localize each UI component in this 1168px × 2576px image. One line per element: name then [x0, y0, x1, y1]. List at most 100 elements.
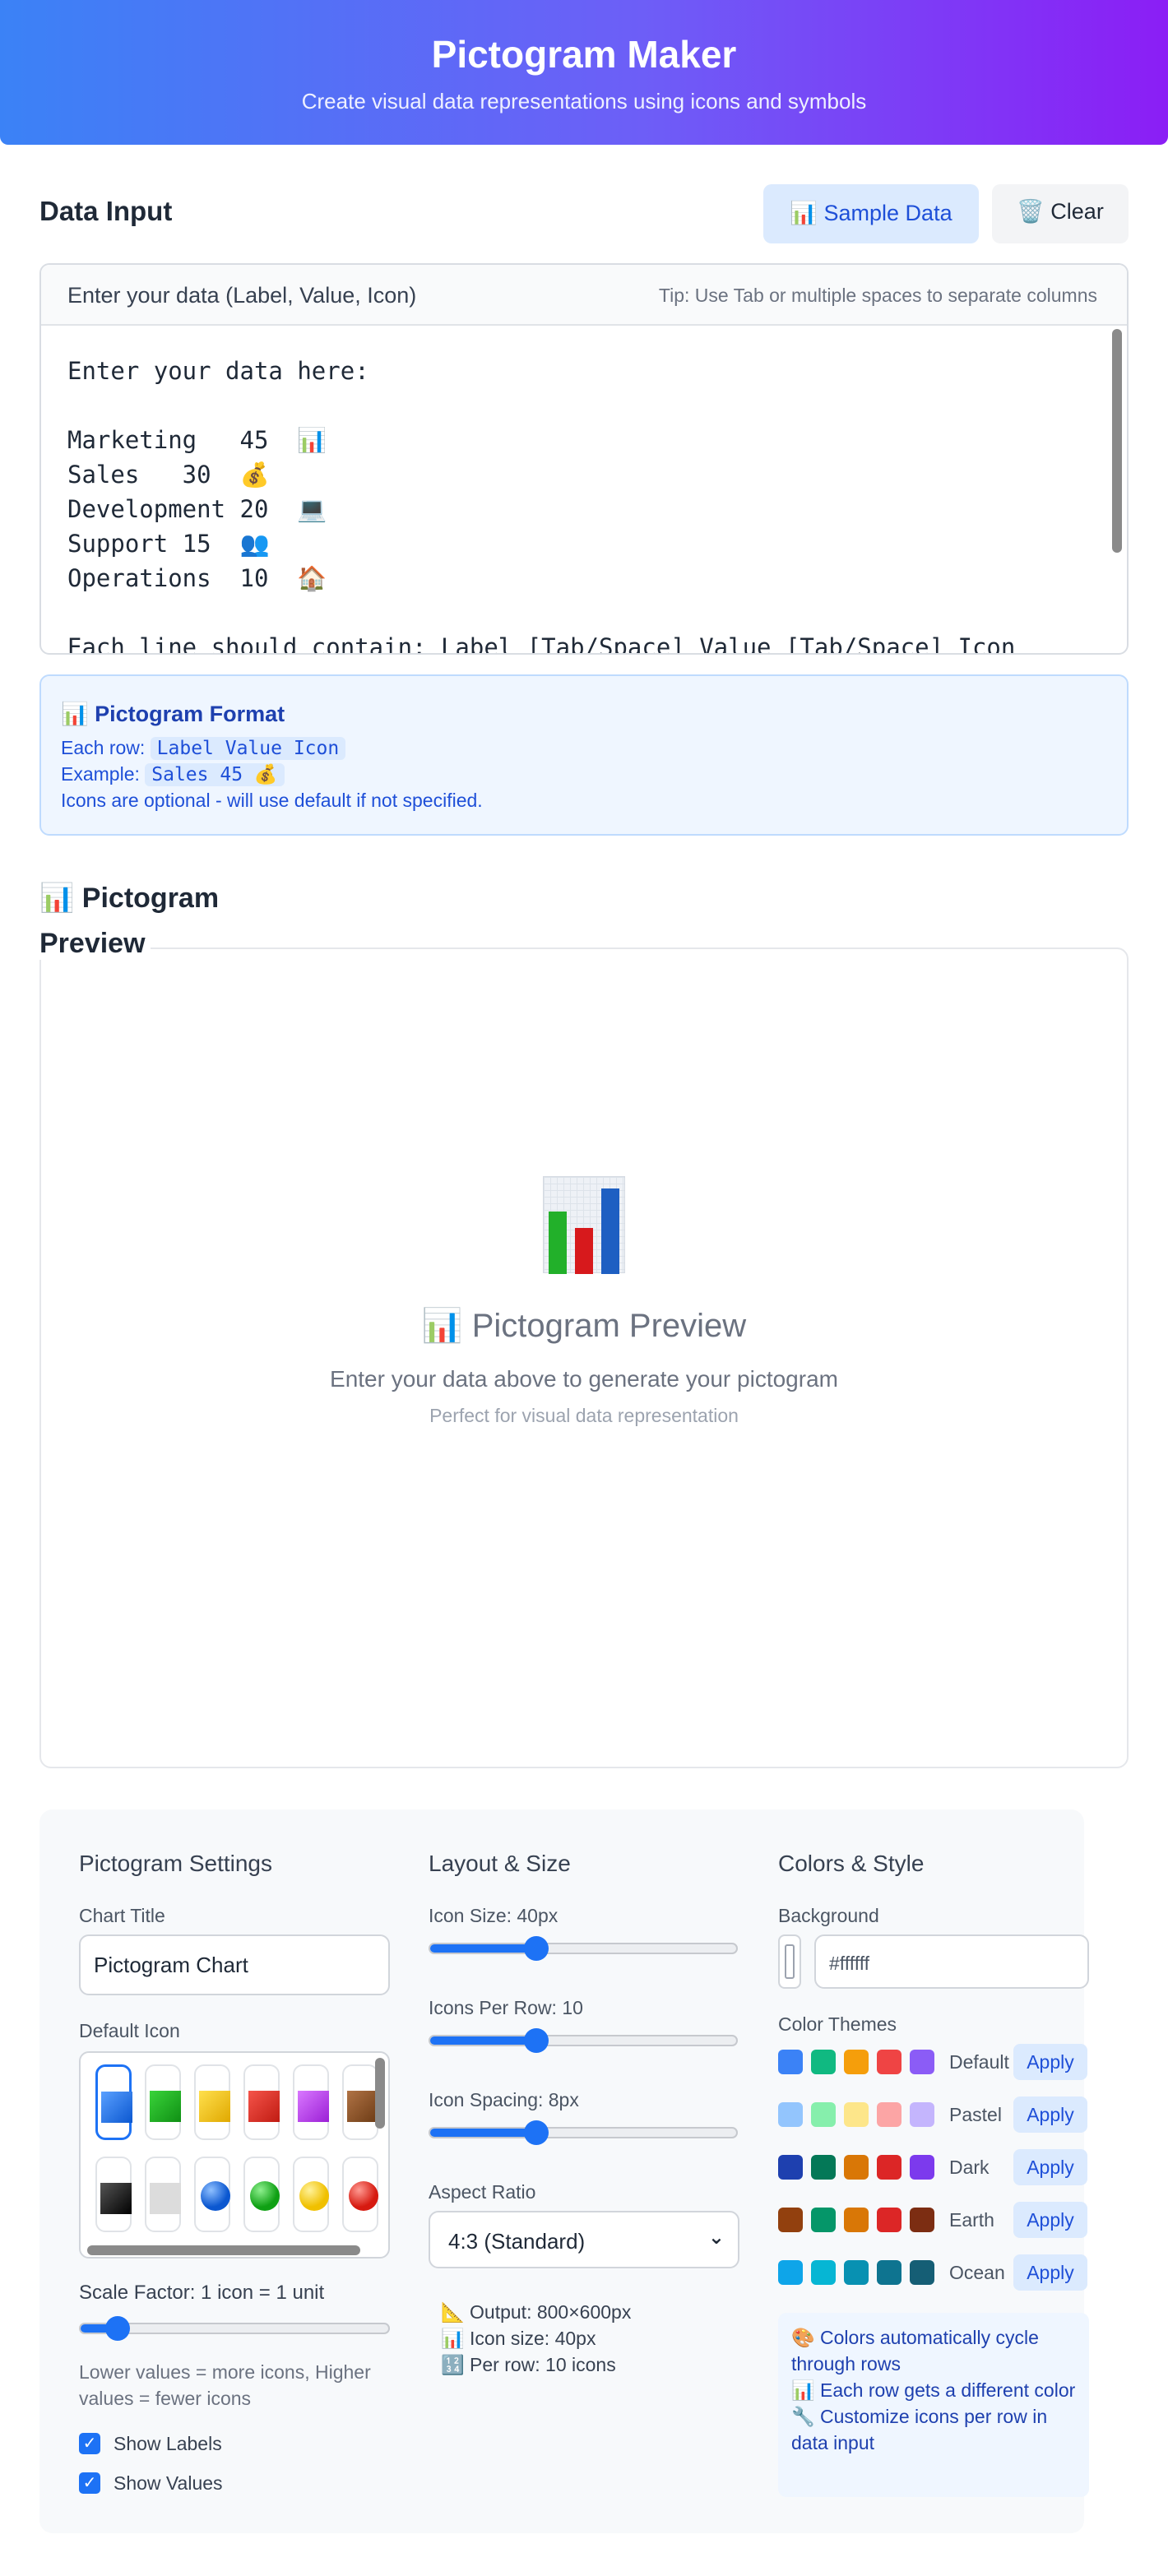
scale-hint: Lower values = more icons, Higher values… — [79, 2361, 371, 2409]
theme-color-swatch — [877, 2050, 901, 2074]
blue-square-icon[interactable] — [95, 2064, 132, 2140]
clear-button[interactable]: 🗑️ Clear — [992, 184, 1129, 243]
format-help-title: 📊 Pictogram Format — [61, 702, 285, 726]
red-circle-icon[interactable] — [342, 2157, 378, 2232]
theme-color-swatch — [910, 2260, 934, 2285]
tip-cycle: 🎨 Colors automatically cycle through row… — [791, 2327, 1039, 2374]
theme-apply-button[interactable]: Apply — [1013, 2096, 1087, 2133]
theme-name: Pastel — [949, 2104, 1002, 2125]
theme-name: Dark — [949, 2157, 990, 2178]
icon-spacing-slider[interactable] — [429, 2120, 738, 2145]
theme-apply-button[interactable]: Apply — [1013, 2044, 1087, 2080]
scale-factor-slider[interactable] — [79, 2316, 390, 2341]
preview-placeholder-title: 📊 Pictogram Preview — [421, 1308, 747, 1344]
green-square-icon[interactable] — [145, 2064, 181, 2140]
icons-per-row-knob[interactable] — [524, 2028, 549, 2053]
white-square-icon[interactable] — [145, 2157, 181, 2232]
background-color-value: #ffffff — [829, 1953, 870, 1974]
theme-color-swatch — [844, 2208, 869, 2232]
format-row-prefix: Each row: — [61, 737, 146, 758]
theme-name: Earth — [949, 2209, 994, 2231]
icon-size-fill — [430, 1944, 537, 1953]
pictogram-settings-title: Pictogram Settings — [79, 1851, 272, 1876]
editor-scrollbar[interactable] — [1112, 329, 1122, 553]
brown-square-icon[interactable] — [342, 2064, 378, 2140]
scale-factor-label: Scale Factor: 1 icon = 1 unit — [79, 2282, 325, 2304]
bar-chart-icon-bar — [601, 1188, 619, 1274]
scale-factor-knob[interactable] — [105, 2316, 130, 2341]
icon-picker-h-scrollbar[interactable] — [87, 2245, 360, 2255]
icon-size-info: 📊 Icon size: 40px — [441, 2328, 596, 2349]
bar-chart-icon-bar — [575, 1228, 593, 1274]
background-color-input[interactable]: #ffffff — [814, 1934, 1089, 1989]
format-example-prefix: Example: — [61, 763, 140, 785]
theme-apply-button[interactable]: Apply — [1013, 2149, 1087, 2185]
icons-per-row-slider[interactable] — [429, 2028, 738, 2053]
show-labels-checkbox[interactable]: ✓ — [79, 2433, 100, 2454]
chart-title-label: Chart Title — [79, 1905, 165, 1926]
icon-spacing-fill — [430, 2129, 537, 2137]
icon-size-slider[interactable] — [429, 1936, 738, 1961]
format-note: Icons are optional - will use default if… — [61, 790, 483, 811]
format-example-code: Sales 45 💰 — [145, 763, 285, 786]
purple-square-icon[interactable] — [293, 2064, 329, 2140]
theme-color-swatch — [811, 2102, 836, 2127]
icon-size-knob[interactable] — [524, 1936, 549, 1961]
theme-color-swatch — [811, 2208, 836, 2232]
yellow-circle-icon[interactable] — [293, 2157, 329, 2232]
theme-color-swatch — [811, 2260, 836, 2285]
tip-customize: 🔧 Customize icons per row in data input — [791, 2406, 1048, 2453]
default-icon-label: Default Icon — [79, 2020, 180, 2041]
icon-picker-v-scrollbar[interactable] — [375, 2058, 385, 2129]
app-subtitle: Create visual data representations using… — [301, 89, 867, 114]
theme-color-swatch — [778, 2155, 803, 2180]
preview-placeholder-subtitle: Enter your data above to generate your p… — [330, 1366, 838, 1392]
color-themes-label: Color Themes — [778, 2013, 897, 2035]
preview-placeholder-note: Perfect for visual data representation — [429, 1405, 739, 1426]
colors-style-title: Colors & Style — [778, 1851, 925, 1876]
bar-chart-icon-bar — [549, 1212, 567, 1274]
preview-heading-line2: Preview — [39, 928, 151, 960]
red-square-icon[interactable] — [243, 2064, 280, 2140]
theme-apply-button[interactable]: Apply — [1013, 2202, 1087, 2238]
background-color-swatch[interactable] — [778, 1934, 801, 1989]
blue-circle-icon[interactable] — [194, 2157, 230, 2232]
preview-panel — [39, 947, 1129, 1768]
aspect-ratio-select[interactable]: 4:3 (Standard) ⌄ — [429, 2211, 739, 2268]
data-editor[interactable]: Enter your data (Label, Value, Icon) Tip… — [39, 263, 1129, 655]
theme-color-swatch — [844, 2050, 869, 2074]
editor-tip: Tip: Use Tab or multiple spaces to separ… — [658, 285, 1097, 306]
chart-title-input[interactable]: Pictogram Chart — [79, 1934, 390, 1995]
aspect-ratio-value: 4:3 (Standard) — [448, 2229, 586, 2254]
theme-color-swatch — [910, 2050, 934, 2074]
per-row-info: 🔢 Per row: 10 icons — [441, 2354, 616, 2375]
theme-color-swatch — [877, 2102, 901, 2127]
theme-color-swatch — [844, 2260, 869, 2285]
green-circle-icon[interactable] — [243, 2157, 280, 2232]
sample-data-button[interactable]: 📊 Sample Data — [763, 184, 979, 243]
color-tips-box: 🎨 Colors automatically cycle through row… — [778, 2313, 1089, 2497]
bar-chart-icon — [543, 1176, 625, 1274]
show-values-checkbox[interactable]: ✓ — [79, 2472, 100, 2494]
background-color-preview — [785, 1944, 795, 1979]
chart-title-value: Pictogram Chart — [94, 1953, 248, 1977]
output-info: 📐 Output: 800×600px — [441, 2301, 632, 2323]
theme-color-swatch — [778, 2260, 803, 2285]
icon-picker[interactable] — [79, 2051, 390, 2259]
theme-apply-button[interactable]: Apply — [1013, 2254, 1087, 2291]
data-input-title: Data Input — [39, 196, 173, 226]
yellow-square-icon[interactable] — [194, 2064, 230, 2140]
show-labels-label: Show Labels — [114, 2433, 222, 2454]
icons-per-row-label: Icons Per Row: 10 — [429, 1997, 583, 2018]
black-square-icon[interactable] — [95, 2157, 132, 2232]
theme-color-swatch — [778, 2208, 803, 2232]
data-textarea[interactable]: Enter your data here: Marketing 45 📊 Sal… — [41, 326, 1127, 653]
theme-color-swatch — [910, 2102, 934, 2127]
theme-color-swatch — [811, 2155, 836, 2180]
icon-spacing-knob[interactable] — [524, 2120, 549, 2145]
theme-color-swatch — [844, 2102, 869, 2127]
format-help-box: 📊 Pictogram Format Each row: Label Value… — [39, 674, 1129, 836]
aspect-ratio-label: Aspect Ratio — [429, 2181, 536, 2203]
icon-size-label: Icon Size: 40px — [429, 1905, 559, 1926]
theme-color-swatch — [877, 2155, 901, 2180]
